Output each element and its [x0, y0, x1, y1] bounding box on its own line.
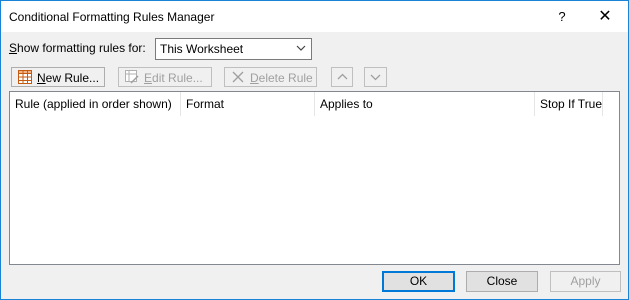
close-window-button[interactable]: ✕	[585, 1, 625, 32]
edit-rule-label: Edit Rule...	[144, 71, 203, 85]
move-up-button[interactable]	[331, 67, 353, 87]
chevron-down-icon	[296, 45, 306, 51]
show-rules-for-dropdown[interactable]: This Worksheet	[155, 38, 312, 60]
close-button[interactable]: Close	[466, 271, 538, 292]
show-rules-for-label: Show formatting rules for:	[9, 41, 146, 55]
apply-button[interactable]: Apply	[550, 271, 621, 292]
delete-rule-button[interactable]: Delete Rule	[224, 67, 317, 87]
chevron-up-icon	[337, 73, 348, 80]
new-rule-button[interactable]: New Rule...	[11, 67, 105, 87]
delete-x-icon	[232, 71, 244, 83]
ok-button[interactable]: OK	[382, 271, 455, 292]
column-header-format[interactable]: Format	[181, 92, 315, 116]
chevron-down-icon	[370, 74, 381, 81]
title-bar: Conditional Formatting Rules Manager ? ✕	[1, 1, 628, 32]
dropdown-selected-value: This Worksheet	[160, 42, 244, 56]
column-header-rule[interactable]: Rule (applied in order shown)	[10, 92, 181, 116]
delete-rule-label: Delete Rule	[250, 71, 313, 85]
dialog-window: Conditional Formatting Rules Manager ? ✕…	[0, 0, 629, 300]
rules-list[interactable]: Rule (applied in order shown) Format App…	[9, 91, 620, 265]
new-rule-label: New Rule...	[37, 71, 100, 85]
edit-rule-button[interactable]: Edit Rule...	[118, 67, 212, 87]
rules-list-header: Rule (applied in order shown) Format App…	[10, 92, 619, 116]
column-header-stop-if-true[interactable]: Stop If True	[535, 92, 603, 116]
table-icon	[18, 70, 32, 84]
window-title: Conditional Formatting Rules Manager	[9, 10, 215, 24]
help-button[interactable]: ?	[542, 1, 582, 32]
edit-table-icon	[125, 70, 139, 84]
column-header-applies-to[interactable]: Applies to	[315, 92, 535, 116]
move-down-button[interactable]	[364, 67, 387, 87]
